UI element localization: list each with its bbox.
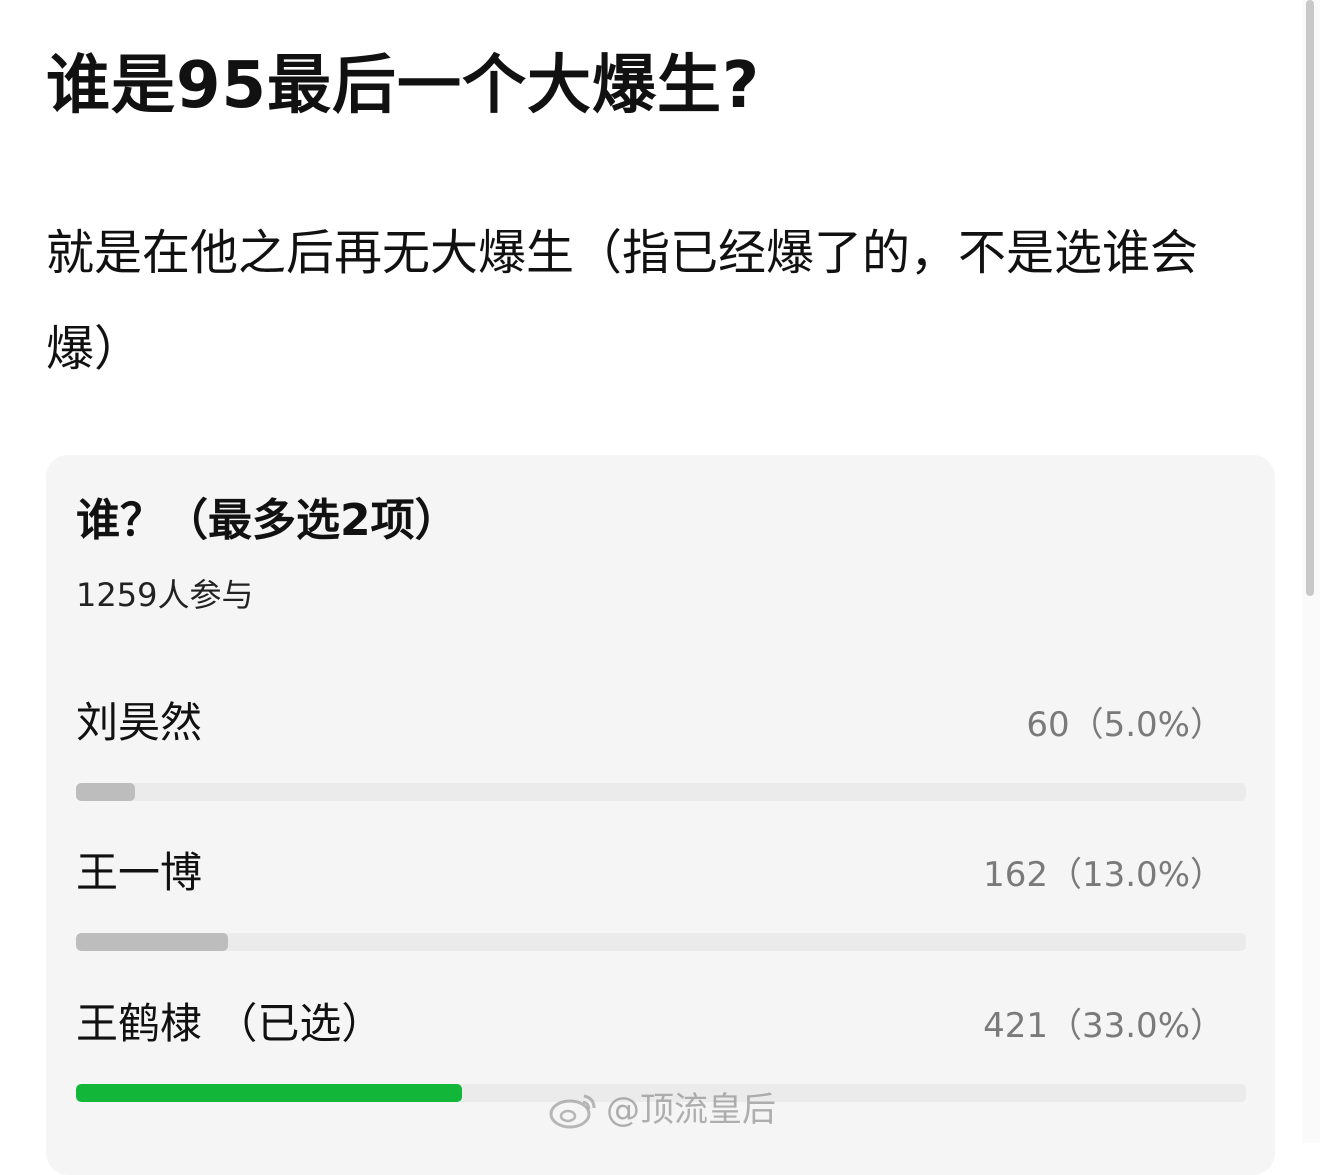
poll-card: 谁？（最多选2项） 1259人参与 刘昊然 60（5.0%） 王一博 162（1…	[46, 455, 1275, 1175]
poll-progress-fill	[76, 1084, 463, 1102]
post-description: 就是在他之后再无大爆生（指已经爆了的，不是选谁会爆）	[46, 225, 1199, 377]
poll-progress-fill	[76, 933, 229, 951]
poll-option-1[interactable]: 刘昊然 60（5.0%）	[76, 695, 1246, 815]
post-title: 谁是95最后一个大爆生?	[46, 49, 761, 123]
poll-participant-count: 1259人参与	[76, 576, 254, 614]
poll-option-label: 王鹤棣 （已选）	[76, 999, 384, 1048]
poll-option-result: 162（13.0%）	[983, 855, 1224, 895]
watermark-text: @顶流皇后	[606, 1090, 776, 1130]
poll-progress-track	[76, 933, 1246, 951]
poll-option-label: 刘昊然	[76, 698, 203, 747]
weibo-logo-icon	[549, 1094, 596, 1129]
poll-progress-fill	[76, 783, 135, 801]
scrollbar[interactable]	[1302, 0, 1320, 1143]
poll-option-result: 421（33.0%）	[983, 1006, 1224, 1046]
poll-option-2[interactable]: 王一博 162（13.0%）	[76, 845, 1246, 965]
watermark: @顶流皇后	[548, 1088, 776, 1132]
poll-progress-track	[76, 783, 1246, 801]
poll-question: 谁？（最多选2项）	[76, 495, 459, 546]
scrollbar-thumb[interactable]	[1306, 0, 1314, 596]
poll-option-label: 王一博	[76, 848, 203, 897]
poll-option-result: 60（5.0%）	[1026, 705, 1224, 745]
